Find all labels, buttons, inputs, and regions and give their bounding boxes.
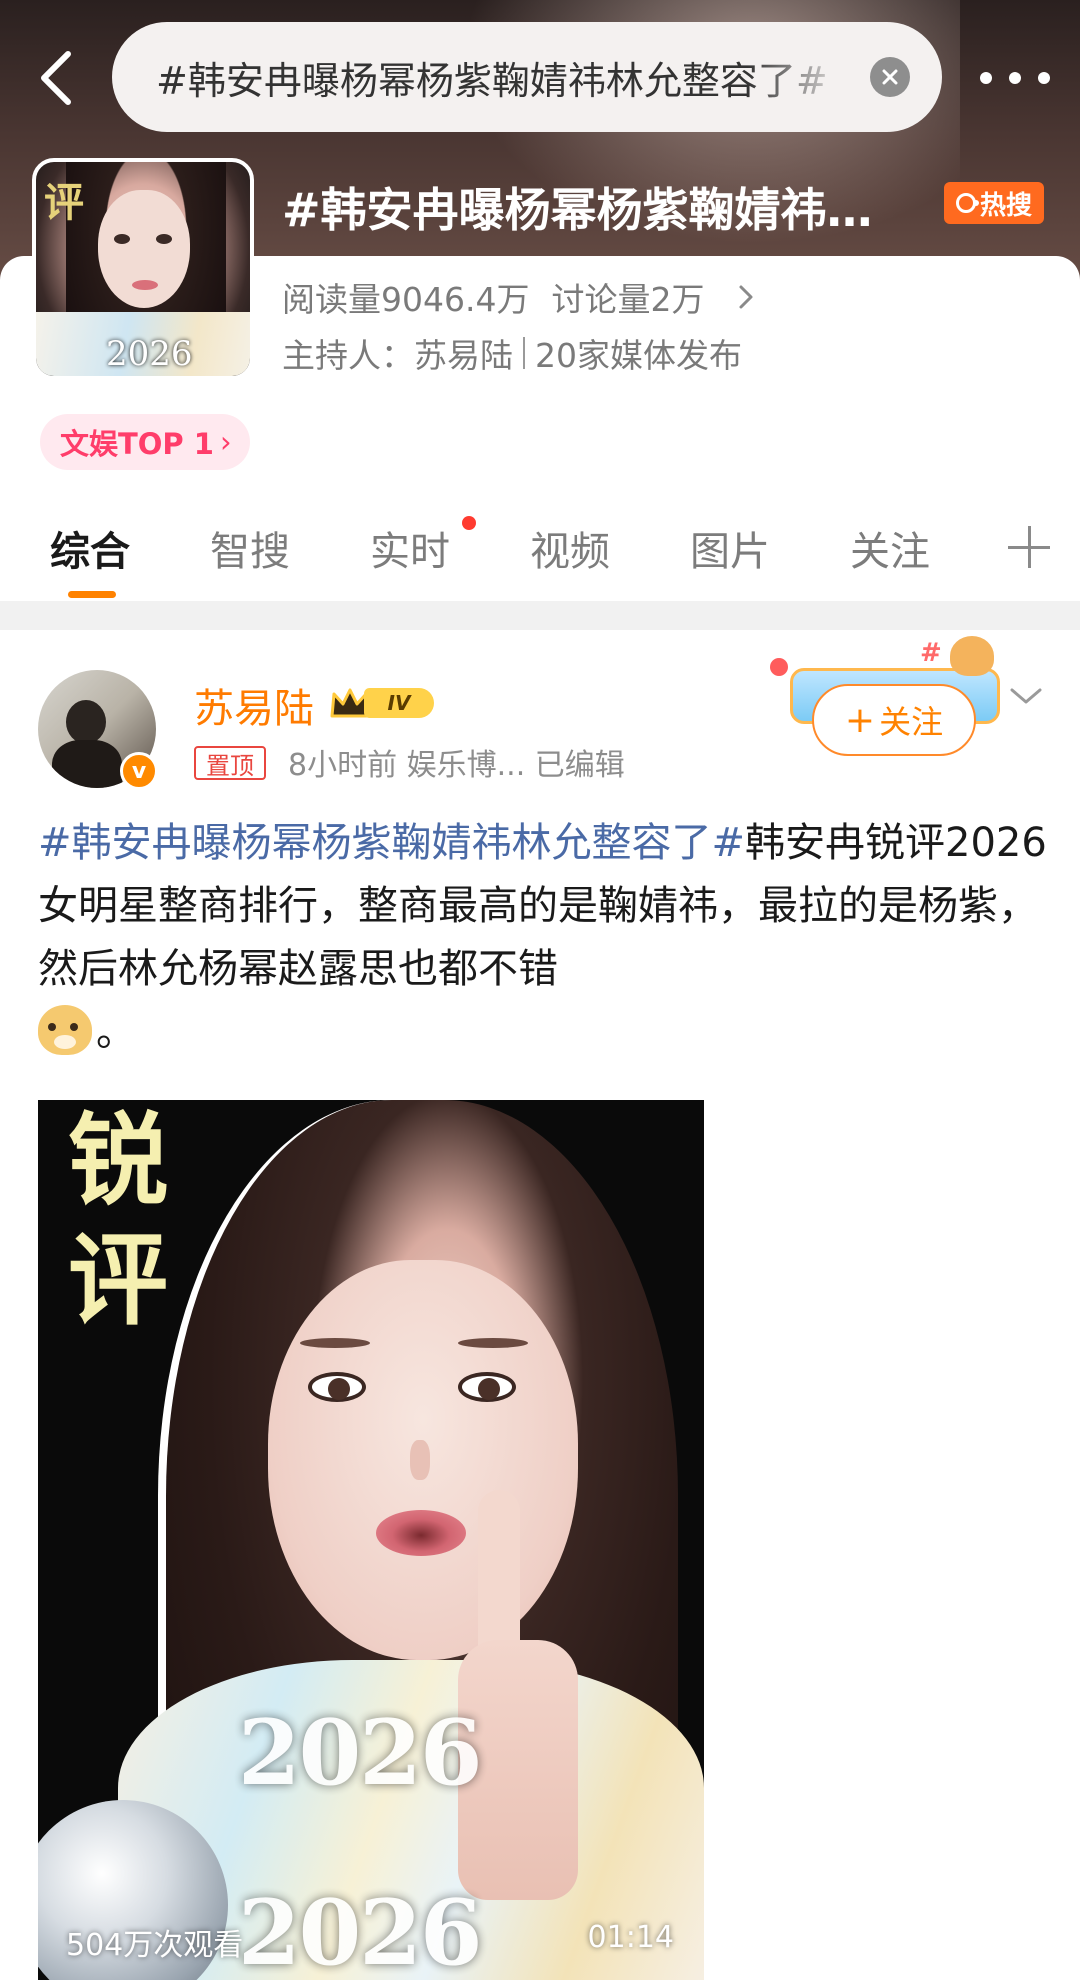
hashtag-link[interactable]: #韩安冉曝杨幂杨紫鞠婧祎林允整容了# (38, 820, 745, 866)
discuss-label: 讨论量 (551, 280, 651, 319)
topic-stats[interactable]: 阅读量 9046.4万 讨论量 2万 (282, 272, 754, 322)
tab-images[interactable]: 图片 (690, 508, 850, 588)
section-divider (0, 600, 1080, 630)
hot-search-badge[interactable]: 热搜 (944, 182, 1044, 224)
back-arrow-icon (41, 51, 71, 105)
more-options-button[interactable] (980, 58, 1050, 98)
back-button[interactable] (28, 48, 84, 108)
video-caption-char: 锐 (68, 1101, 168, 1219)
post-time: 8小时前 (288, 748, 398, 783)
host-name[interactable]: 苏易陆 (414, 329, 513, 377)
search-query-text: #韩安冉曝杨幂杨紫鞠婧祎林允整容了# (156, 58, 828, 103)
more-dot-icon (1038, 72, 1050, 84)
host-label: 主持人： (282, 336, 414, 375)
read-label: 阅读量 (282, 280, 381, 319)
chevron-down-icon[interactable] (1008, 684, 1044, 708)
video-caption-year: 2026 (238, 1880, 482, 1980)
topic-title: #韩安冉曝杨幂杨紫鞠婧祎林允整容了# (282, 183, 912, 234)
discuss-count: 2万 (650, 280, 705, 319)
video-caption-year: 2026 (238, 1700, 482, 1806)
chevron-right-icon: › (219, 425, 232, 459)
media-count: 20家媒体发布 (535, 336, 742, 375)
video-player[interactable]: 锐 评 2026 2026 504万次观看 01:14 (38, 1100, 704, 1980)
doge-icon (38, 1005, 92, 1055)
hash-icon: # (920, 638, 942, 668)
hot-badge-label: 热搜 (979, 190, 1032, 221)
divider (523, 337, 525, 369)
close-icon (882, 69, 898, 85)
more-dot-icon (1009, 72, 1021, 84)
rank-label: 文娱TOP 1 (60, 427, 214, 461)
post-body: #韩安冉曝杨幂杨紫鞠婧祎林允整容了#韩安冉锐评2026女明星整商排行，整商最高的… (38, 812, 1048, 1064)
notification-dot (462, 516, 476, 530)
hot-icon (955, 193, 979, 213)
search-input[interactable]: #韩安冉曝杨幂杨紫鞠婧祎林允整容了# (112, 22, 942, 132)
post-meta: 8小时前 娱乐博... 已编辑 (288, 740, 625, 784)
tab-smart-search[interactable]: 智搜 (210, 508, 370, 588)
topic-host-line: 主持人： 苏易陆 20家媒体发布 (282, 328, 742, 378)
video-view-count: 504万次观看 (66, 1928, 244, 1963)
tab-following[interactable]: 关注 (850, 508, 1010, 588)
video-duration: 01:14 (587, 1920, 674, 1955)
tab-realtime-label: 实时 (370, 529, 450, 575)
level-label: IV (364, 688, 434, 718)
chevron-right-icon (739, 285, 753, 309)
tab-bar: 综合 智搜 实时 视频 图片 关注 (0, 508, 1080, 598)
post-source: 娱乐博... (406, 748, 526, 783)
thumbnail-caption-char: 评 (44, 179, 84, 226)
tab-comprehensive[interactable]: 综合 (50, 508, 210, 598)
clear-search-button[interactable] (870, 57, 910, 97)
pinned-tag: 置顶 (194, 746, 266, 780)
post-edited: 已编辑 (534, 748, 625, 783)
tab-video[interactable]: 视频 (530, 508, 690, 588)
tab-realtime[interactable]: 实时 (370, 508, 530, 588)
shiba-icon (950, 636, 994, 676)
read-count: 9046.4万 (381, 280, 530, 319)
post-end-text: 。 (96, 1009, 136, 1055)
follow-label: 关注 (879, 703, 944, 741)
thumbnail-caption-year: 2026 (106, 334, 193, 374)
level-badge[interactable]: IV (330, 684, 438, 722)
topic-thumbnail[interactable]: 评 2026 (32, 158, 254, 380)
video-caption-char: 评 (68, 1221, 168, 1339)
more-dot-icon (980, 72, 992, 84)
verified-badge: v (120, 752, 158, 790)
rank-badge[interactable]: 文娱TOP 1 › (40, 414, 250, 470)
author-name[interactable]: 苏易陆 (194, 676, 314, 734)
follow-button[interactable]: + 关注 (812, 684, 976, 756)
plus-icon: + (844, 699, 876, 741)
add-tab-icon[interactable] (1008, 526, 1050, 568)
